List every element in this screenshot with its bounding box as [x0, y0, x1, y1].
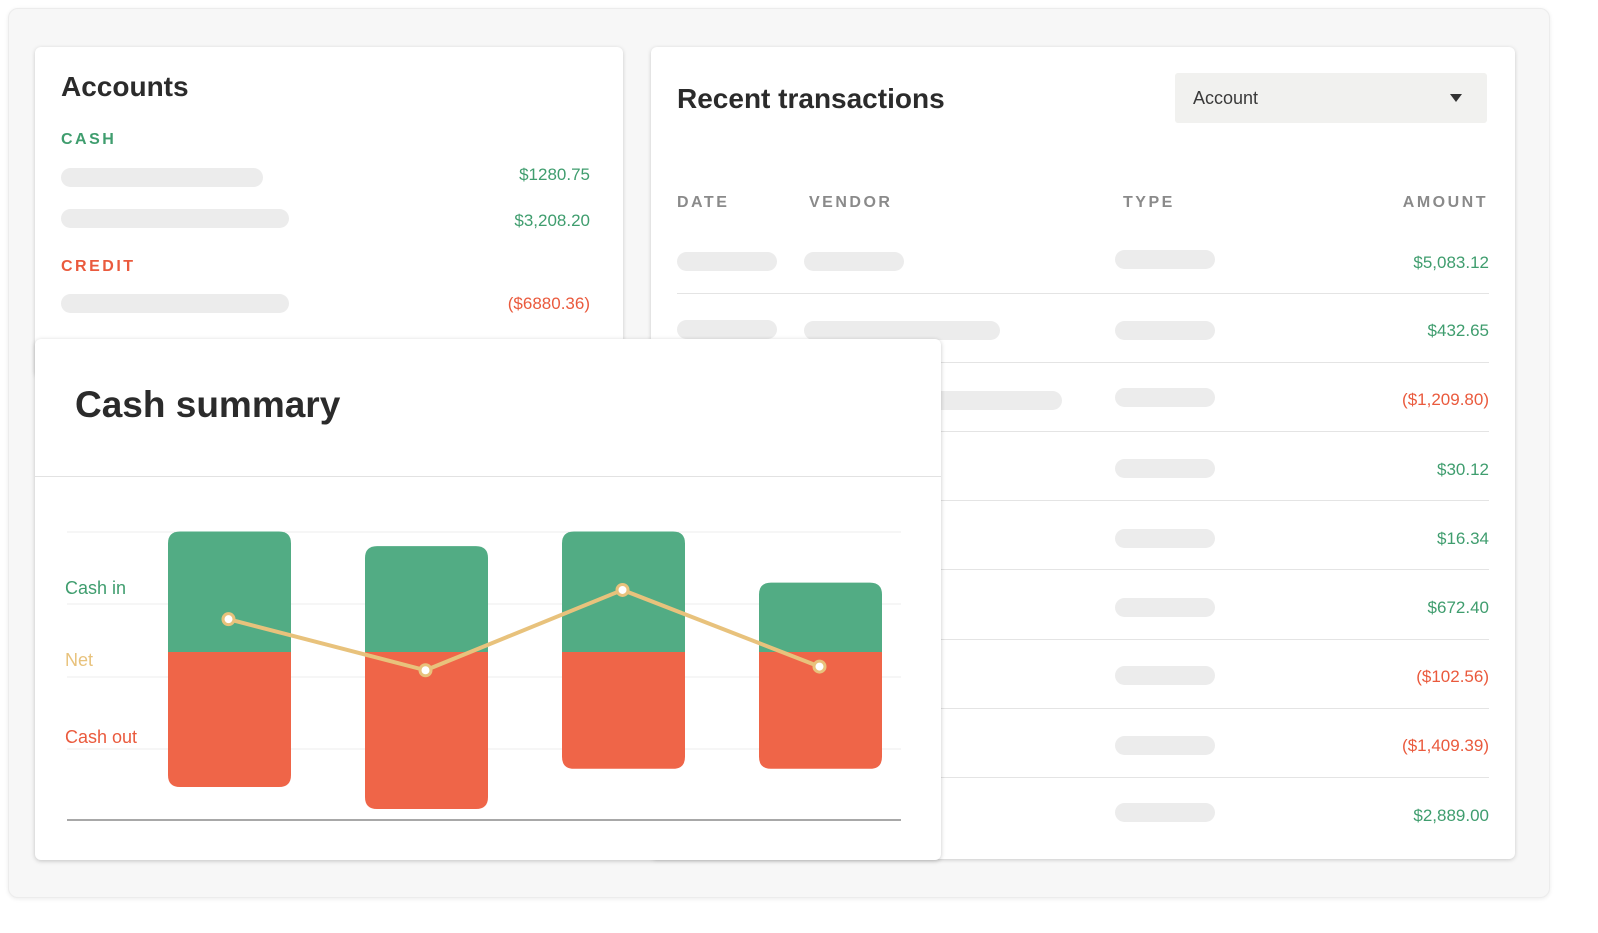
account-filter-value: Account [1193, 88, 1259, 108]
cash-account-amount: $3,208.20 [514, 211, 590, 230]
cash-account-amount: $1280.75 [519, 165, 590, 184]
type-placeholder [1115, 321, 1215, 340]
account-name-placeholder[interactable] [61, 209, 289, 228]
transaction-amount: $30.12 [1437, 460, 1489, 479]
vendor-placeholder [804, 321, 1000, 340]
type-placeholder [1115, 250, 1215, 269]
type-placeholder [1115, 666, 1215, 685]
cash-in-bar [365, 546, 488, 652]
column-header-type: TYPE [1123, 194, 1175, 211]
transaction-amount: ($1,409.39) [1402, 736, 1489, 755]
cash-section-label: CASH [61, 131, 117, 148]
date-placeholder [677, 252, 777, 271]
type-placeholder [1115, 598, 1215, 617]
type-placeholder [1115, 736, 1215, 755]
vendor-placeholder [804, 252, 904, 271]
transaction-amount: $16.34 [1437, 529, 1489, 548]
account-filter-select[interactable]: Account [1175, 73, 1487, 123]
cash-summary-card: Cash summary Cash in Net Cash out [35, 339, 941, 860]
transaction-amount: $5,083.12 [1413, 253, 1489, 272]
transaction-amount: $672.40 [1427, 598, 1489, 617]
net-line [227, 587, 821, 673]
chevron-down-icon [1450, 94, 1462, 102]
credit-account-amount: ($6880.36) [507, 294, 590, 313]
type-placeholder [1115, 459, 1215, 478]
column-header-amount: AMOUNT [1402, 194, 1488, 211]
cash-in-bar [759, 582, 882, 652]
accounts-card: Accounts CASH $1280.75 $3,208.20 CREDIT … [35, 47, 623, 377]
cash-out-bar [168, 652, 291, 788]
credit-section-label: CREDIT [61, 258, 136, 275]
account-name-placeholder[interactable] [61, 168, 263, 187]
legend-label-cash-out: Cash out [65, 727, 137, 747]
date-placeholder [677, 320, 777, 339]
transactions-title: Recent transactions [677, 83, 945, 114]
table-row[interactable]: $5,083.12 [677, 225, 1489, 294]
type-placeholder [1115, 529, 1215, 548]
transaction-amount: ($1,209.80) [1402, 390, 1489, 409]
cash-in-bar [168, 531, 291, 652]
net-point [812, 659, 827, 674]
net-point [221, 612, 236, 627]
type-placeholder [1115, 803, 1215, 822]
legend-label-net: Net [65, 650, 93, 670]
transaction-amount: $2,889.00 [1413, 806, 1489, 825]
transaction-amount: $432.65 [1427, 321, 1489, 340]
account-name-placeholder[interactable] [61, 294, 289, 313]
column-header-vendor: VENDOR [809, 194, 893, 211]
column-header-date: DATE [677, 194, 730, 211]
cash-out-bar [562, 652, 685, 769]
type-placeholder [1115, 388, 1215, 407]
legend-label-cash-in: Cash in [65, 578, 126, 598]
accounts-title: Accounts [61, 71, 189, 102]
net-point [418, 663, 433, 678]
cash-summary-chart: Cash in Net Cash out [65, 531, 901, 821]
transaction-amount: ($102.56) [1416, 667, 1489, 686]
net-point [615, 582, 630, 597]
